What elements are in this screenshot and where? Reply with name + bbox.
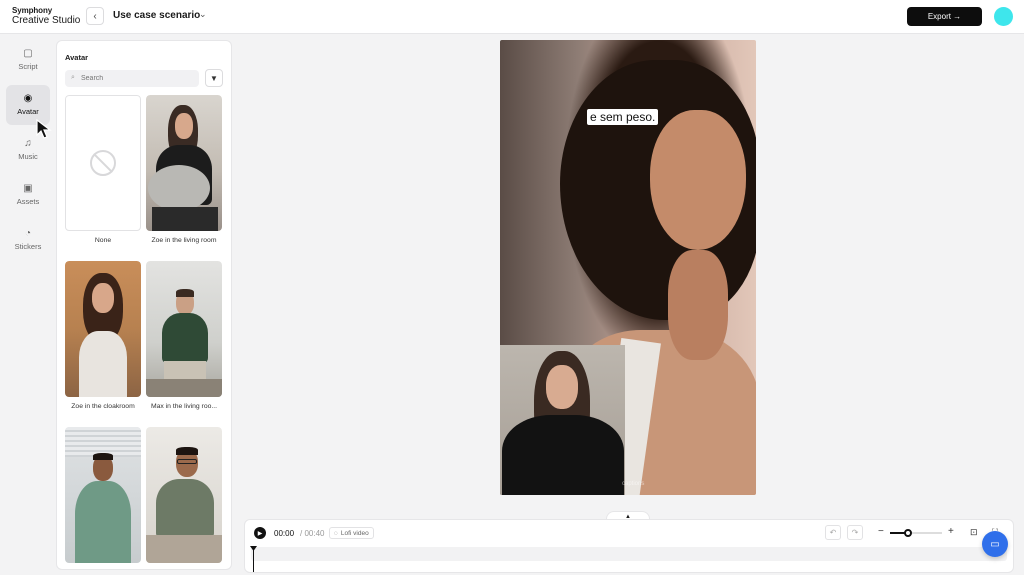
image-icon: ▣ — [23, 183, 33, 194]
video-preview[interactable]: e sem peso. captions — [500, 40, 756, 495]
chevron-left-icon: ‹ — [93, 10, 97, 22]
back-button[interactable]: ‹ — [86, 7, 104, 25]
playhead[interactable] — [253, 546, 254, 572]
lofi-video-toggle[interactable]: ◌ Lofi video — [329, 527, 374, 539]
play-button[interactable]: ▶ — [254, 527, 266, 539]
rail-item-label: Avatar — [17, 107, 39, 116]
filter-icon: ▼ — [210, 73, 218, 83]
avatar-card-label: Zoe in the living room — [151, 237, 217, 244]
user-avatar[interactable] — [994, 7, 1013, 26]
search-input[interactable] — [65, 70, 199, 87]
avatar-thumbnail — [65, 95, 141, 231]
timeline-track[interactable] — [251, 547, 1007, 561]
undo-icon: ↶ — [829, 528, 837, 537]
rail-item-label: Music — [18, 152, 38, 161]
avatar-card[interactable] — [146, 427, 222, 569]
avatar-panel: Avatar ⌕ ▼ None Zoe in the living room Z… — [56, 40, 232, 570]
chat-button[interactable]: ▭ — [982, 531, 1008, 557]
avatar-overlay[interactable] — [500, 345, 625, 495]
rail-item-label: Script — [18, 62, 38, 71]
top-bar: Symphony Creative Studio ‹ Use case scen… — [0, 0, 1024, 34]
chevron-down-icon[interactable]: ⌄ — [199, 9, 207, 20]
avatar-card-max-living-room[interactable]: Max in the living roo... — [146, 261, 222, 410]
redo-button[interactable]: ↷ — [847, 525, 863, 540]
script-icon: ▢ — [23, 48, 33, 59]
avatar-card-none[interactable]: None — [65, 95, 141, 244]
timeline-panel: ▶ 00:00 / 00:40 ◌ Lofi video ↶ ↷ − + ⊡ ⛶ — [244, 519, 1014, 573]
rail-item-script[interactable]: ▢ Script — [6, 40, 50, 80]
zoom-slider-handle[interactable] — [904, 529, 913, 537]
zoom-slider[interactable] — [890, 529, 942, 537]
zoom-out-button[interactable]: − — [878, 526, 884, 537]
play-icon: ▶ — [257, 530, 263, 537]
mouse-cursor-icon — [36, 119, 52, 139]
watermark: captions — [622, 481, 645, 487]
export-button[interactable]: Export → — [907, 7, 982, 26]
zoom-in-button[interactable]: + — [948, 526, 954, 537]
avatar-card-zoe-cloakroom[interactable]: Zoe in the cloakroom — [65, 261, 141, 410]
redo-icon: ↷ — [851, 528, 859, 537]
brand-name: Symphony — [12, 6, 53, 15]
avatar-thumbnail — [146, 95, 222, 231]
avatar-card-label: Zoe in the cloakroom — [71, 403, 135, 410]
rail-item-label: Assets — [16, 197, 40, 206]
lofi-icon: ◌ — [334, 529, 338, 537]
panel-title: Avatar — [65, 53, 89, 62]
fit-icon[interactable]: ⊡ — [970, 527, 978, 538]
sticker-icon: ◔ — [24, 228, 32, 239]
undo-button[interactable]: ↶ — [825, 525, 841, 540]
left-rail: ▢ Script ◉ Avatar ♫ Music ▣ Assets ◔ Sti… — [0, 35, 56, 575]
total-time: / 00:40 — [300, 529, 325, 538]
avatar-thumbnail — [65, 427, 141, 563]
brand-logo[interactable]: Symphony Creative Studio — [12, 7, 80, 26]
rail-item-label: Stickers — [14, 242, 42, 251]
avatar-card[interactable] — [65, 427, 141, 569]
no-avatar-icon — [90, 150, 116, 176]
brand-subtitle: Creative Studio — [12, 15, 81, 26]
avatar-card-label: None — [94, 237, 112, 244]
avatar-card-label: Max in the living roo... — [150, 403, 218, 410]
avatar-thumbnail — [146, 427, 222, 563]
rail-item-assets[interactable]: ▣ Assets — [6, 175, 50, 215]
project-title[interactable]: Use case scenario — [113, 10, 200, 21]
caption-text[interactable]: e sem peso. — [587, 109, 659, 125]
search-icon: ⌕ — [71, 74, 75, 81]
chat-icon: ▭ — [990, 538, 1000, 550]
avatar-thumbnail — [146, 261, 222, 397]
lofi-label: Lofi video — [340, 529, 369, 537]
music-icon: ♫ — [24, 138, 32, 149]
avatar-thumbnail — [65, 261, 141, 397]
avatar-icon: ◉ — [23, 93, 33, 104]
rail-item-stickers[interactable]: ◔ Stickers — [6, 220, 50, 260]
current-time: 00:00 — [274, 529, 295, 538]
avatar-card-zoe-living-room[interactable]: Zoe in the living room — [146, 95, 222, 244]
filter-button[interactable]: ▼ — [205, 69, 223, 87]
